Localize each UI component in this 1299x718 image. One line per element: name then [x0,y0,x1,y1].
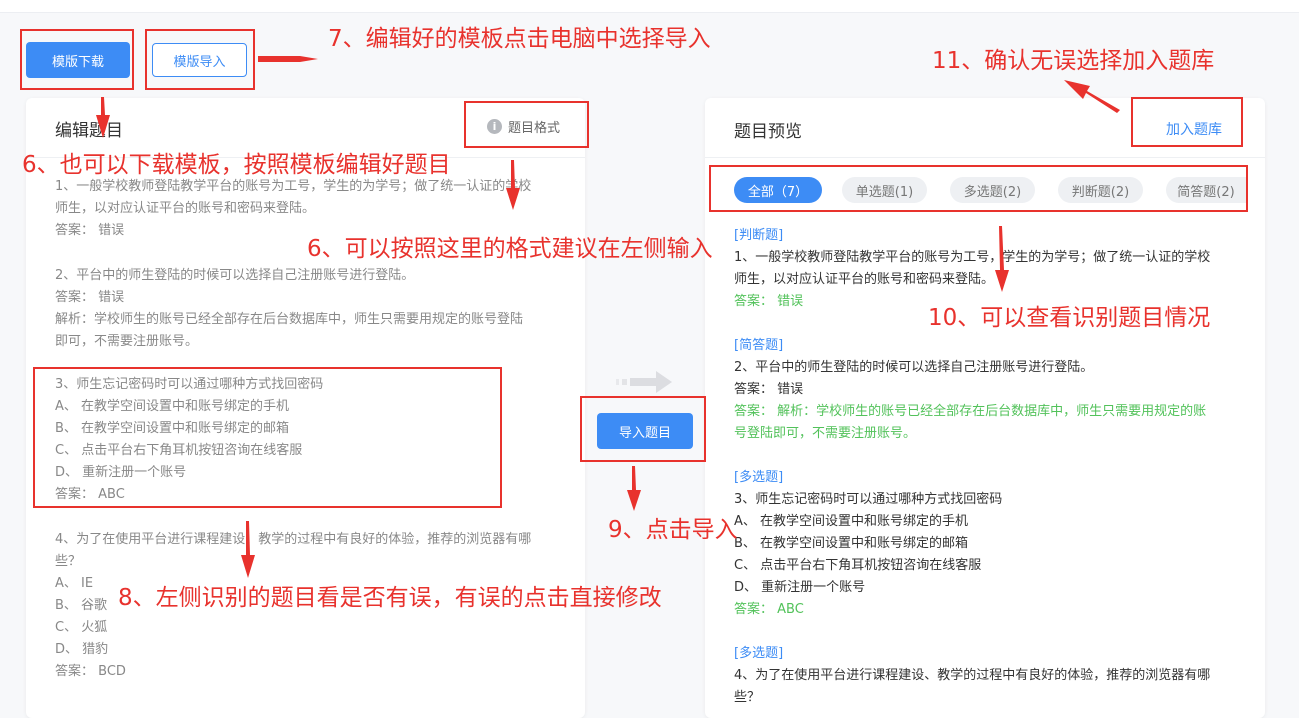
preview-answer-line: 号登陆即可，不需要注册账号。 [734,426,917,441]
question-type-tag: [多选题] [734,646,784,661]
question-line: 些？ [55,554,82,569]
highlight-download [20,29,134,90]
analysis-line: 解析：学校师生的账号已经全部存在后台数据库中，师生只需要用规定的账号登陆 [55,312,524,327]
preview-line: 1、一般学校教师登陆教学平台的账号为工号，学生的为学号；做了统一认证的学校 [734,250,1211,265]
preview-answer-line: 答案： 错误 [734,294,804,309]
top-bar [0,0,1299,13]
answer-line: 答案： 错误 [55,223,125,238]
preview-line: B、 在教学空间设置中和账号绑定的邮箱 [734,536,969,551]
question-line: 师生，以对应认证平台的账号和密码来登陆。 [55,201,316,216]
preview-answer-line: 答案： ABC [734,602,804,617]
preview-line: 2、平台中的师生登陆的时候可以选择自己注册账号进行登陆。 [734,360,1094,375]
preview-line: C、 点击平台右下角耳机按钮咨询在线客服 [734,558,982,573]
preview-line: 4、为了在使用平台进行课程建设、教学的过程中有良好的体验，推荐的浏览器有哪 [734,668,1211,683]
question-line: 2、平台中的师生登陆的时候可以选择自己注册账号进行登陆。 [55,268,415,283]
question-type-tag: [简答题] [734,338,784,353]
annotation-10: 10、可以查看识别题目情况 [928,305,1211,331]
highlight-format [464,101,589,148]
answer-line: 答案： 错误 [55,290,125,305]
annotation-6-format: 6、可以按照这里的格式建议在左侧输入 [307,236,713,262]
preview-line: 师生，以对应认证平台的账号和密码来登陆。 [734,272,995,287]
preview-line: A、 在教学空间设置中和账号绑定的手机 [734,514,969,529]
question-type-tag: [判断题] [734,228,784,243]
question-line: 1、一般学校教师登陆教学平台的账号为工号，学生的为学号；做了统一认证的学校 [55,179,532,194]
question-line: D、 猎豹 [55,642,109,657]
arrow-down-icon-4 [627,466,641,511]
question-line: A、 IE [55,576,94,591]
preview-line: D、 重新注册一个账号 [734,580,866,595]
editor-title: 编辑题目 [55,121,123,141]
question-line: C、 火狐 [55,620,108,635]
preview-title: 题目预览 [734,122,802,142]
annotation-7: 7、编辑好的模板点击电脑中选择导入 [328,26,711,52]
question-line: 4、为了在使用平台进行课程建设、教学的过程中有良好的体验，推荐的浏览器有哪 [55,532,532,547]
preview-line: 些？ [734,690,761,705]
preview-line: 答案： 错误 [734,382,804,397]
preview-line: 3、师生忘记密码时可以通过哪种方式找回密码 [734,492,1003,507]
preview-answer-line: 答案： 解析：学校师生的账号已经全部存在后台数据库中，师生只需要用规定的账 [734,404,1207,419]
arrow-right-icon [258,56,318,62]
annotation-11: 11、确认无误选择加入题库 [932,48,1215,74]
highlight-import-questions [580,396,706,462]
analysis-line: 即可，不需要注册账号。 [55,334,199,349]
highlight-tabs [709,165,1248,212]
highlight-question-3 [33,367,502,508]
right-arrow-icon [616,371,672,393]
annotation-6-download: 6、也可以下载模板，按照模板编辑好题目 [22,152,451,178]
question-type-tag: [多选题] [734,470,784,485]
highlight-import [145,29,255,90]
annotation-9: 9、点击导入 [608,517,738,543]
highlight-add-to-bank [1131,97,1243,147]
answer-line: 答案： BCD [55,664,126,679]
question-line: B、 谷歌 [55,598,108,613]
annotation-8: 8、左侧识别的题目看是否有误，有误的点击直接修改 [118,585,662,611]
preview-divider [705,157,1265,158]
